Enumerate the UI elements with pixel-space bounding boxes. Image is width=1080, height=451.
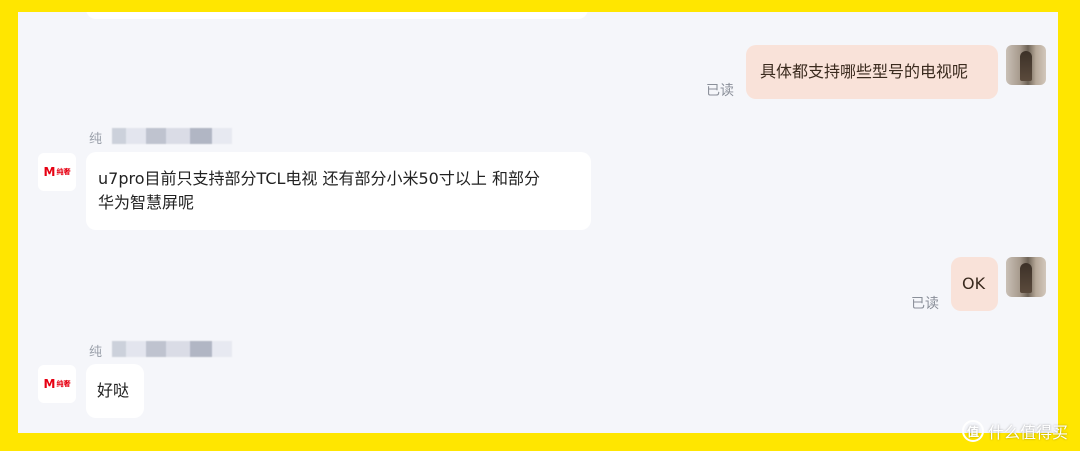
watermark: 值 什么值得买 [961,419,1068,443]
logo-text: 纯奢 [56,168,71,176]
incoming-message-2[interactable]: 好哒 [86,364,144,418]
logo-mark: M [43,377,56,391]
chat-panel: 具体都支持哪些型号的电视呢 已读 纯 M 纯奢 u7pro目前只支持部分TCL电… [18,12,1058,433]
sender-name-1: 纯 [89,132,103,147]
sender-name-2: 纯 [89,345,103,360]
message-text: 具体都支持哪些型号的电视呢 [760,62,969,81]
read-status-1: 已读 [706,83,734,99]
logo-mark: M [43,165,56,179]
watermark-icon: 值 [961,420,984,442]
avatar-figure [1020,51,1032,81]
read-status-2: 已读 [911,296,939,312]
message-text: OK [962,274,986,293]
merchant-avatar[interactable]: M 纯奢 [38,153,76,191]
outgoing-message-2[interactable]: OK [951,257,998,311]
sender-name-blur-1 [112,128,232,144]
sender-name-blur-2 [112,341,232,357]
merchant-avatar[interactable]: M 纯奢 [38,365,76,403]
message-bubble-cutoff [86,12,588,19]
logo-text: 纯奢 [56,380,71,388]
outgoing-message-1[interactable]: 具体都支持哪些型号的电视呢 [746,45,998,99]
watermark-text: 什么值得买 [987,423,1068,442]
user-avatar[interactable] [1006,257,1046,297]
user-avatar[interactable] [1006,45,1046,85]
incoming-message-1[interactable]: u7pro目前只支持部分TCL电视 还有部分小米50寸以上 和部分 华为智慧屏呢 [86,152,591,230]
message-text-line-2: 华为智慧屏呢 [98,193,195,212]
avatar-figure [1020,263,1032,293]
message-text-line-1: u7pro目前只支持部分TCL电视 还有部分小米50寸以上 和部分 [98,169,540,188]
message-text: 好哒 [97,381,130,400]
